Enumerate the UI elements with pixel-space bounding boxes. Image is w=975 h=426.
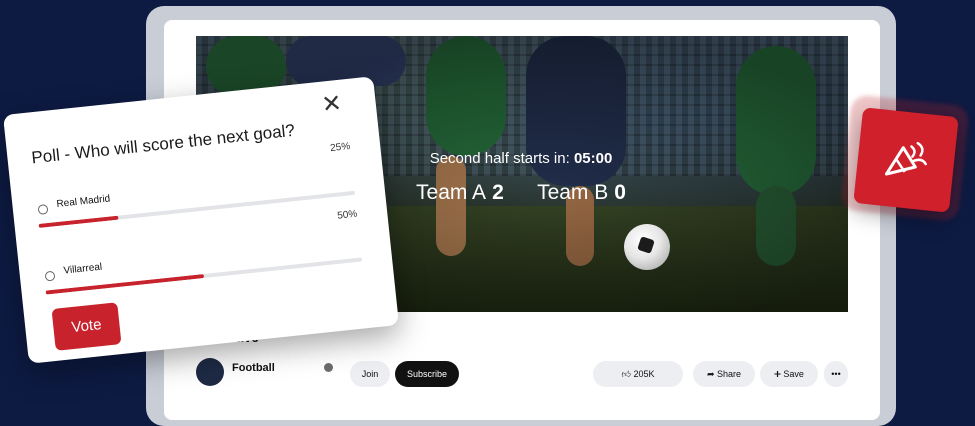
share-icon: ➦ <box>706 369 715 379</box>
share-button[interactable]: ➦ Share <box>693 361 755 387</box>
party-popper-icon <box>884 141 927 176</box>
thumbs-up-icon: 👍︎ <box>621 369 631 379</box>
close-icon[interactable]: ✕ <box>320 90 343 119</box>
halftime-countdown: Second half starts in: 05:00 <box>396 150 646 167</box>
share-label: Share <box>717 369 742 379</box>
poll-title: Poll - Who will score the next goal? <box>30 120 296 168</box>
more-button[interactable]: ••• <box>824 361 848 387</box>
like-button[interactable]: 👍︎ 205K <box>593 361 683 387</box>
option-radio[interactable] <box>44 270 56 282</box>
option-bar-fill <box>45 274 205 295</box>
save-icon: ➕︎ <box>774 369 781 379</box>
vote-button[interactable]: Vote <box>51 302 122 351</box>
save-label: Save <box>783 369 804 379</box>
countdown-value: 05:00 <box>573 150 613 167</box>
reaction-badge[interactable] <box>853 107 959 213</box>
save-button[interactable]: ➕︎ Save <box>760 361 818 387</box>
option-label[interactable]: Real Madrid <box>56 193 111 210</box>
option-label[interactable]: Villarreal <box>63 262 103 277</box>
option-radio[interactable] <box>37 203 49 215</box>
team-a-score: 2 <box>492 181 504 204</box>
poll-card: Poll - Who will score the next goal? ✕ 2… <box>2 76 400 364</box>
team-b-score: 0 <box>614 181 626 204</box>
option-percent: 50% <box>336 208 358 222</box>
match-overlay: Second half starts in: 05:00 Team A2 Tea… <box>396 150 646 205</box>
halftime-label: Second half starts in: <box>429 150 570 167</box>
option-percent: 25% <box>329 141 351 155</box>
channel-avatar[interactable] <box>196 358 224 386</box>
join-button[interactable]: Join <box>350 361 390 387</box>
subscribe-button[interactable]: Subscribe <box>395 361 459 387</box>
football <box>624 224 670 270</box>
like-count: 205K <box>633 369 655 379</box>
option-bar-fill <box>38 215 119 228</box>
channel-name[interactable]: Football <box>232 362 275 374</box>
scoreboard: Team A2 Team B0 <box>396 181 646 205</box>
verified-icon <box>324 363 333 372</box>
team-a-name: Team A <box>416 181 487 204</box>
team-b-name: Team B <box>537 181 609 204</box>
